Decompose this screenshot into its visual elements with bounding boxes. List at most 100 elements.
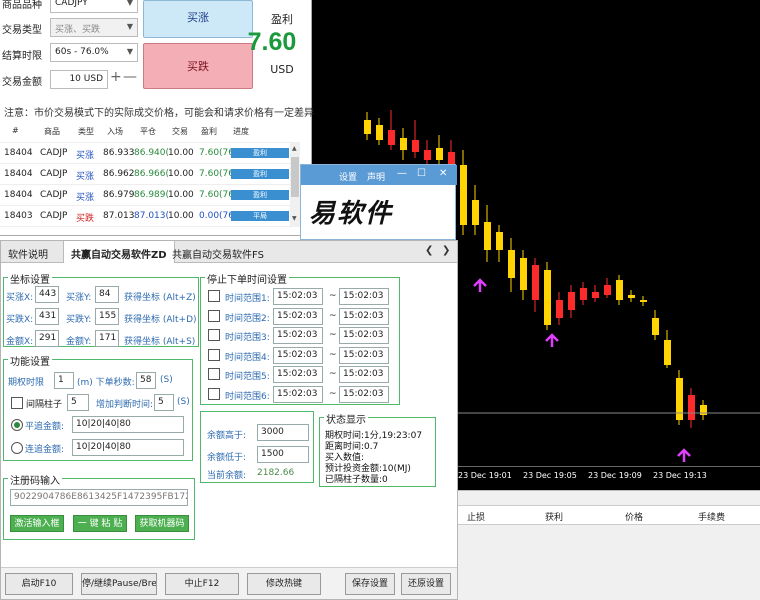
get-amount-coord[interactable]: 获得坐标 (Alt+S) — [124, 334, 195, 347]
symbol-value: CADJPY — [55, 0, 88, 8]
balance-below-input[interactable]: 1500 — [257, 446, 309, 463]
extra-time-input[interactable]: 5 — [154, 394, 174, 411]
statement-menu[interactable]: 声明 — [367, 170, 385, 183]
plus-icon[interactable]: + — [110, 69, 122, 85]
time-range-from-input[interactable]: 15:02:03 — [273, 346, 323, 364]
amount-input[interactable]: 10 USD — [50, 70, 108, 89]
trade-type-select[interactable]: 买涨、买跌 ▼ — [50, 18, 138, 37]
tab-auto-trade-zd[interactable]: 共赢自动交易软件ZD — [63, 241, 175, 263]
time-range-to-input[interactable]: 15:02:03 — [339, 385, 389, 403]
buy-down-y-input[interactable]: 155 — [95, 308, 119, 325]
candle-body — [520, 258, 527, 290]
amount-y-input[interactable]: 171 — [95, 330, 119, 347]
abort-button[interactable]: 中止F12 — [165, 573, 239, 595]
candle-body — [676, 378, 683, 420]
time-range-checkbox[interactable] — [208, 290, 220, 302]
continuous-chase-input[interactable]: 10|20|40|80 — [72, 439, 184, 456]
balance-above-input[interactable]: 3000 — [257, 424, 309, 441]
flat-chase-radio[interactable] — [11, 419, 23, 431]
tab-auto-trade-fs[interactable]: 共赢自动交易软件FS — [165, 241, 271, 263]
table-row[interactable]: 18404 CADJP 买涨 86.933 86.940(10.00 7.60(76 盈利 — [0, 143, 300, 164]
time-range-from-input[interactable]: 15:02:03 — [273, 307, 323, 325]
tab-scroll-left-icon[interactable]: ❮ — [425, 245, 433, 256]
settings-menu[interactable]: 设置 — [339, 170, 357, 183]
candle-body — [400, 138, 407, 150]
close-icon[interactable]: ✕ — [439, 168, 447, 179]
time-range-to-input[interactable]: 15:02:03 — [339, 327, 389, 344]
buy-up-x-input[interactable]: 443 — [35, 286, 59, 303]
chevron-down-icon: ▼ — [126, 47, 133, 56]
one-click-paste-button[interactable]: 一 键 粘 贴 — [73, 515, 127, 532]
time-range-to-input[interactable]: 15:02:03 — [339, 307, 389, 325]
candle-body — [472, 200, 479, 225]
col-price[interactable]: 价格 — [625, 510, 643, 523]
restore-settings-button[interactable]: 还原设置 — [401, 573, 451, 595]
cell-id: 18404 — [4, 190, 33, 200]
tab-scroll-right-icon[interactable]: ❯ — [442, 245, 450, 256]
flat-chase-label: 平追金额: — [25, 422, 65, 432]
col-header: 交易 — [172, 127, 188, 136]
flat-chase-input[interactable]: 10|20|40|80 — [72, 416, 184, 433]
continuous-chase-radio[interactable] — [11, 442, 23, 454]
cell-symbol: CADJP — [40, 211, 68, 221]
candle-body — [628, 295, 635, 298]
time-range-from-input[interactable]: 15:02:03 — [273, 366, 323, 383]
col-header: 平仓 — [140, 127, 156, 136]
candle-body — [436, 148, 443, 160]
table-row[interactable]: 18403 CADJP 买跌 87.013 87.013(10.00 0.00(76 平局 — [0, 206, 300, 227]
col-stop-loss[interactable]: 止损 — [467, 510, 485, 523]
time-range-to-input[interactable]: 15:02:03 — [339, 346, 389, 364]
status-line: 已隔柱子数量:0 — [325, 475, 388, 485]
logo-window-titlebar[interactable]: 设置 声明 — ☐ ✕ — [301, 165, 457, 185]
activate-input-button[interactable]: 激活输入框 — [10, 515, 64, 532]
time-range-from-input[interactable]: 15:02:03 — [273, 385, 323, 403]
interval-bars-checkbox[interactable] — [11, 397, 23, 409]
chevron-down-icon: ▼ — [126, 0, 133, 7]
time-range-checkbox[interactable] — [208, 348, 220, 361]
get-buy-up-coord[interactable]: 获得坐标 (Alt+Z) — [124, 290, 196, 303]
time-range-label: 时间范围1: — [225, 294, 270, 304]
time-range-to-input[interactable]: 15:02:03 — [339, 288, 389, 305]
time-range-from-input[interactable]: 15:02:03 — [273, 327, 323, 344]
time-range-checkbox[interactable] — [208, 329, 220, 341]
time-range-checkbox[interactable] — [208, 387, 220, 400]
get-machine-code-button[interactable]: 获取机器码 — [135, 515, 189, 532]
minimize-icon[interactable]: — — [397, 168, 407, 179]
buy-down-x-input[interactable]: 431 — [35, 308, 59, 325]
scroll-down-icon[interactable]: ▼ — [292, 215, 297, 222]
coord-settings-group: 坐标设置 买涨X: 443 买涨Y: 84 获得坐标 (Alt+Z) 买跌X: … — [3, 271, 199, 347]
time-range-from-input[interactable]: 15:02:03 — [273, 288, 323, 305]
expiry-select[interactable]: 60s - 76.0% ▼ — [50, 43, 138, 62]
interval-bars-input[interactable]: 5 — [67, 394, 89, 411]
maximize-icon[interactable]: ☐ — [417, 168, 426, 179]
scroll-up-icon[interactable]: ▲ — [292, 145, 297, 152]
minus-icon[interactable]: — — [123, 69, 137, 85]
action-bar: 启动F10 停/继续Pause/Break 中止F12 修改热键 保存设置 还原… — [1, 567, 457, 599]
tab-software-info[interactable]: 软件说明 — [1, 241, 55, 263]
buy-up-y-input[interactable]: 84 — [95, 286, 119, 303]
time-range-to-input[interactable]: 15:02:03 — [339, 366, 389, 383]
time-range-checkbox[interactable] — [208, 368, 220, 380]
save-settings-button[interactable]: 保存设置 — [345, 573, 395, 595]
pause-continue-button[interactable]: 停/继续Pause/Break — [81, 573, 157, 595]
amount-y-label: 金额Y: — [66, 337, 92, 347]
expiry-input[interactable]: 1 — [54, 372, 74, 389]
software-logo: 易软件 — [309, 199, 394, 229]
table-scrollbar[interactable]: ▲ ▼ — [290, 143, 300, 227]
amount-x-input[interactable]: 291 — [35, 330, 59, 347]
time-range-separator: ~ — [329, 349, 337, 360]
col-commission[interactable]: 手续费 — [698, 510, 725, 523]
scrollbar-thumb[interactable] — [291, 157, 299, 197]
start-button[interactable]: 启动F10 — [5, 573, 73, 595]
col-take-profit[interactable]: 获利 — [545, 510, 563, 523]
time-range-checkbox[interactable] — [208, 309, 220, 322]
table-row[interactable]: 18404 CADJP 买涨 86.962 86.966(10.00 7.60(76 盈利 — [0, 164, 300, 185]
get-buy-down-coord[interactable]: 获得坐标 (Alt+D) — [124, 312, 197, 325]
table-row[interactable]: 18404 CADJP 买涨 86.979 86.989(10.00 7.60(76 盈利 — [0, 185, 300, 206]
order-seconds-input[interactable]: 58 — [136, 372, 156, 389]
progress-bar: 盈利 — [231, 190, 289, 200]
modify-hotkey-button[interactable]: 修改热键 — [247, 573, 321, 595]
symbol-select[interactable]: CADJPY ▼ — [50, 0, 138, 13]
candle-body — [544, 270, 551, 325]
registration-code-input[interactable]: 9022904786E8613425F1472395FB172FAC94A — [10, 489, 188, 506]
